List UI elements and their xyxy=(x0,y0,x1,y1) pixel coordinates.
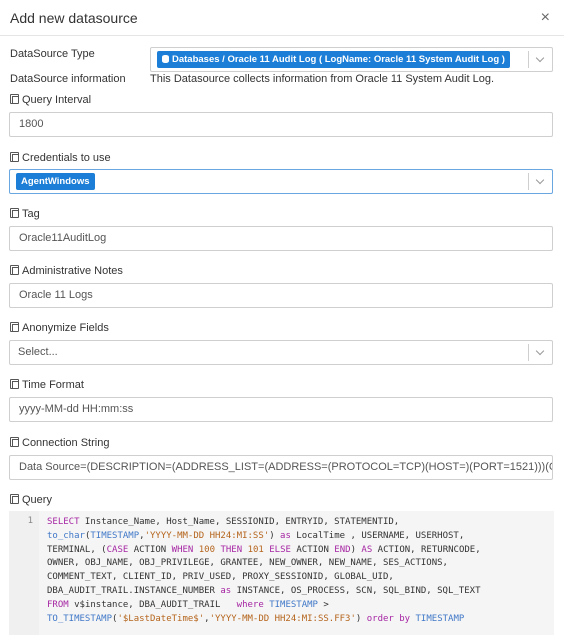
credentials-tag: AgentWindows xyxy=(16,173,95,190)
database-icon xyxy=(162,55,169,63)
tag-label-text: Tag xyxy=(22,208,40,220)
datasource-info-text: This Datasource collects information fro… xyxy=(150,73,494,85)
anonymize-label: Anonymize Fields xyxy=(10,322,109,334)
copy-icon xyxy=(10,94,19,104)
credentials-dropdown-toggle[interactable] xyxy=(528,173,552,190)
copy-icon xyxy=(10,322,19,332)
editor-gutter: 1 xyxy=(9,511,39,635)
admin-notes-label: Administrative Notes xyxy=(10,265,123,277)
query-interval-label: Query Interval xyxy=(10,94,91,106)
admin-notes-input[interactable]: Oracle 11 Logs xyxy=(9,283,553,308)
close-icon[interactable]: × xyxy=(541,9,550,27)
chevron-down-icon xyxy=(535,175,545,185)
datasource-info-label: DataSource information xyxy=(10,73,126,85)
anonymize-label-text: Anonymize Fields xyxy=(22,322,109,334)
dialog-title: Add new datasource xyxy=(10,10,138,26)
tag-label: Tag xyxy=(10,208,40,220)
anonymize-dropdown-toggle[interactable] xyxy=(528,344,552,361)
credentials-label-text: Credentials to use xyxy=(22,152,111,164)
connection-string-label-text: Connection String xyxy=(22,437,110,449)
datasource-type-select[interactable]: Databases / Oracle 11 Audit Log ( LogNam… xyxy=(150,47,553,72)
tag-input[interactable]: Oracle11AuditLog xyxy=(9,226,553,251)
copy-icon xyxy=(10,437,19,447)
line-number: 1 xyxy=(27,516,33,526)
anonymize-select[interactable]: Select... xyxy=(9,340,553,365)
query-interval-input[interactable]: 1800 xyxy=(9,112,553,137)
query-code[interactable]: SELECT Instance_Name, Host_Name, SESSION… xyxy=(47,516,481,626)
query-label: Query xyxy=(10,494,52,506)
query-label-text: Query xyxy=(22,494,52,506)
datasource-type-dropdown-toggle[interactable] xyxy=(528,51,552,68)
copy-icon xyxy=(10,208,19,218)
connection-string-label: Connection String xyxy=(10,437,109,449)
query-interval-label-text: Query Interval xyxy=(22,94,92,106)
anonymize-placeholder: Select... xyxy=(18,346,58,358)
datasource-type-tag: Databases / Oracle 11 Audit Log ( LogNam… xyxy=(157,51,510,68)
connection-string-input[interactable]: Data Source=(DESCRIPTION=(ADDRESS_LIST=(… xyxy=(9,455,553,480)
copy-icon xyxy=(10,152,19,162)
copy-icon xyxy=(10,265,19,275)
time-format-label: Time Format xyxy=(10,379,84,391)
query-editor[interactable]: 1 SELECT Instance_Name, Host_Name, SESSI… xyxy=(9,511,554,635)
time-format-input[interactable]: yyyy-MM-dd HH:mm:ss xyxy=(9,397,553,422)
credentials-label: Credentials to use xyxy=(10,152,111,164)
credentials-select[interactable]: AgentWindows xyxy=(9,169,553,194)
copy-icon xyxy=(10,379,19,389)
chevron-down-icon xyxy=(535,346,545,356)
time-format-label-text: Time Format xyxy=(22,379,84,391)
datasource-type-value: Databases / Oracle 11 Audit Log ( LogNam… xyxy=(172,54,505,65)
admin-notes-label-text: Administrative Notes xyxy=(22,265,123,277)
copy-icon xyxy=(10,494,19,504)
chevron-down-icon xyxy=(535,53,545,63)
datasource-type-label: DataSource Type xyxy=(10,48,95,60)
dialog-header: Add new datasource × xyxy=(0,0,564,36)
